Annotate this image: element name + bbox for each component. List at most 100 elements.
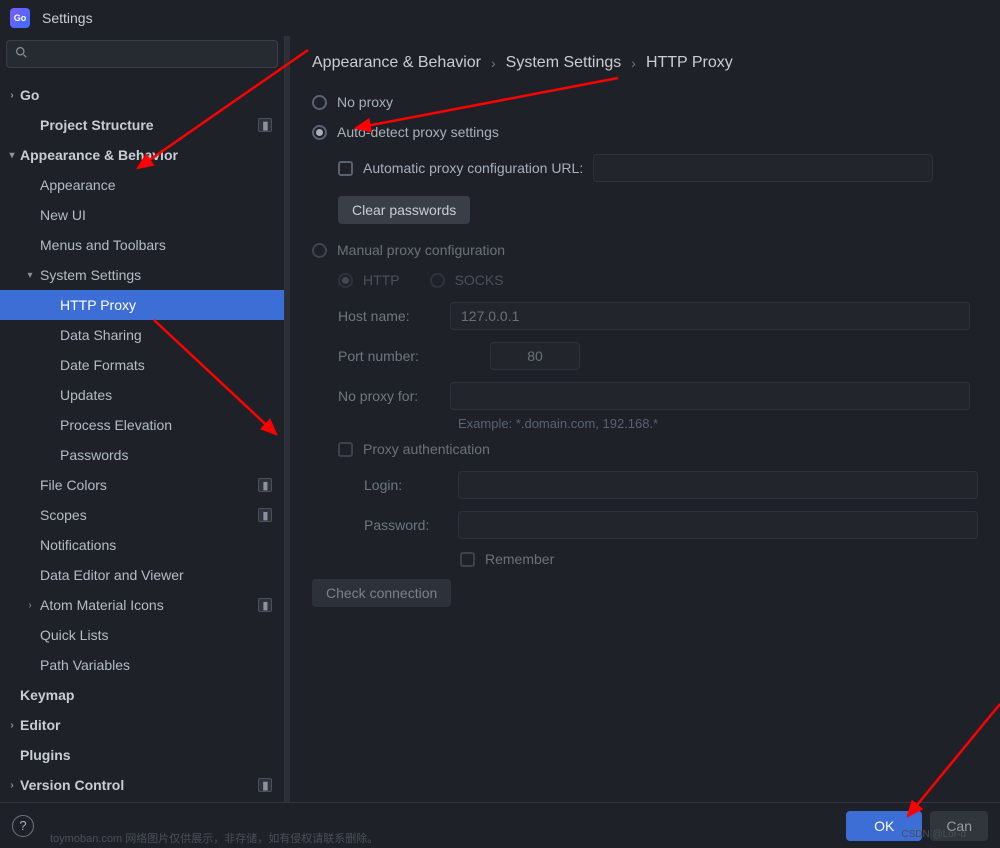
sidebar-item-new-ui[interactable]: New UI (0, 200, 284, 230)
radio-label: Manual proxy configuration (337, 242, 505, 258)
checkbox-label: Proxy authentication (363, 441, 490, 457)
sidebar-item-label: Appearance & Behavior (20, 147, 272, 163)
checkbox-label: Automatic proxy configuration URL: (363, 160, 583, 176)
chevron-icon: › (4, 720, 20, 731)
radio-socks: SOCKS (430, 272, 504, 288)
sidebar-item-label: Go (20, 87, 272, 103)
login-label: Login: (364, 477, 458, 493)
sidebar-item-menus-and-toolbars[interactable]: Menus and Toolbars (0, 230, 284, 260)
radio-icon (312, 243, 327, 258)
checkbox-auto-url[interactable]: Automatic proxy configuration URL: (338, 154, 978, 182)
radio-label: No proxy (337, 94, 393, 110)
sidebar-item-label: Scopes (40, 507, 258, 523)
sidebar-item-keymap[interactable]: Keymap (0, 680, 284, 710)
radio-http: HTTP (338, 272, 400, 288)
port-label: Port number: (338, 348, 450, 364)
sidebar-item-label: System Settings (40, 267, 272, 283)
sidebar-item-go[interactable]: ›Go (0, 80, 284, 110)
noproxyfor-input (450, 382, 970, 410)
project-scope-icon: ▮ (258, 598, 272, 612)
chevron-icon: › (22, 600, 38, 611)
sidebar-item-scopes[interactable]: Scopes▮ (0, 500, 284, 530)
sidebar-item-editor[interactable]: ›Editor (0, 710, 284, 740)
breadcrumb-item: Appearance & Behavior (312, 54, 481, 72)
radio-label: SOCKS (455, 272, 504, 288)
chevron-icon: ▾ (22, 270, 38, 281)
sidebar-item-file-colors[interactable]: File Colors▮ (0, 470, 284, 500)
sidebar-item-label: File Colors (40, 477, 258, 493)
sidebar-item-updates[interactable]: Updates (0, 380, 284, 410)
sidebar-item-label: Notifications (40, 537, 272, 553)
password-label: Password: (364, 517, 458, 533)
sidebar-item-label: Path Variables (40, 657, 272, 673)
radio-no-proxy[interactable]: No proxy (312, 94, 978, 110)
project-scope-icon: ▮ (258, 118, 272, 132)
radio-icon (430, 273, 445, 288)
port-input (490, 342, 580, 370)
sidebar-item-label: Quick Lists (40, 627, 272, 643)
sidebar-item-label: Plugins (20, 747, 272, 763)
check-connection-button: Check connection (312, 579, 451, 607)
sidebar-item-atom-material-icons[interactable]: ›Atom Material Icons▮ (0, 590, 284, 620)
remember-label: Remember (485, 551, 554, 567)
radio-manual[interactable]: Manual proxy configuration (312, 242, 978, 258)
sidebar-item-label: Appearance (40, 177, 272, 193)
auto-url-input (593, 154, 933, 182)
sidebar-item-quick-lists[interactable]: Quick Lists (0, 620, 284, 650)
sidebar-item-process-elevation[interactable]: Process Elevation (0, 410, 284, 440)
host-input (450, 302, 970, 330)
watermark-text: CSDN @Lor-d (901, 829, 966, 840)
sidebar-item-passwords[interactable]: Passwords (0, 440, 284, 470)
sidebar-item-path-variables[interactable]: Path Variables (0, 650, 284, 680)
breadcrumb-sep-icon: › (491, 55, 496, 71)
sidebar-item-appearance-behavior[interactable]: ▾Appearance & Behavior (0, 140, 284, 170)
settings-tree: ›GoProject Structure▮▾Appearance & Behav… (0, 78, 284, 802)
checkbox-proxy-auth: Proxy authentication (338, 441, 978, 457)
sidebar-item-label: Updates (60, 387, 272, 403)
radio-icon (338, 273, 353, 288)
sidebar-item-plugins[interactable]: Plugins (0, 740, 284, 770)
sidebar-item-label: HTTP Proxy (60, 297, 272, 313)
search-icon (15, 46, 28, 62)
sidebar-item-label: Date Formats (60, 357, 272, 373)
radio-label: Auto-detect proxy settings (337, 124, 499, 140)
checkbox-icon (338, 442, 353, 457)
sidebar-item-label: Data Sharing (60, 327, 272, 343)
radio-icon (312, 95, 327, 110)
host-label: Host name: (338, 308, 450, 324)
sidebar-item-notifications[interactable]: Notifications (0, 530, 284, 560)
sidebar-item-label: Keymap (20, 687, 272, 703)
sidebar-item-label: Passwords (60, 447, 272, 463)
sidebar-item-label: Menus and Toolbars (40, 237, 272, 253)
titlebar: Go Settings (0, 0, 1000, 36)
radio-auto-detect[interactable]: Auto-detect proxy settings (312, 124, 978, 140)
breadcrumb-sep-icon: › (631, 55, 636, 71)
project-scope-icon: ▮ (258, 778, 272, 792)
password-input (458, 511, 978, 539)
watermark-text: toymoban.com 网络图片仅供展示，非存储，如有侵权请联系删除。 (50, 830, 378, 846)
sidebar-item-data-editor-and-viewer[interactable]: Data Editor and Viewer (0, 560, 284, 590)
chevron-icon: › (4, 90, 20, 101)
sidebar-item-date-formats[interactable]: Date Formats (0, 350, 284, 380)
breadcrumb: Appearance & Behavior › System Settings … (312, 54, 978, 72)
project-scope-icon: ▮ (258, 478, 272, 492)
app-icon: Go (10, 8, 30, 28)
sidebar-item-appearance[interactable]: Appearance (0, 170, 284, 200)
sidebar-item-project-structure[interactable]: Project Structure▮ (0, 110, 284, 140)
clear-passwords-button[interactable]: Clear passwords (338, 196, 470, 224)
chevron-icon: › (4, 780, 20, 791)
sidebar-item-http-proxy[interactable]: HTTP Proxy (0, 290, 284, 320)
sidebar-item-label: New UI (40, 207, 272, 223)
example-text: Example: *.domain.com, 192.168.* (458, 416, 978, 431)
sidebar-item-system-settings[interactable]: ▾System Settings (0, 260, 284, 290)
sidebar-item-label: Data Editor and Viewer (40, 567, 272, 583)
sidebar: ›GoProject Structure▮▾Appearance & Behav… (0, 36, 284, 802)
sidebar-item-data-sharing[interactable]: Data Sharing (0, 320, 284, 350)
sidebar-item-label: Process Elevation (60, 417, 272, 433)
sidebar-item-version-control[interactable]: ›Version Control▮ (0, 770, 284, 800)
checkbox-icon (338, 161, 353, 176)
breadcrumb-item: HTTP Proxy (646, 54, 733, 72)
search-input[interactable] (6, 40, 278, 68)
help-icon[interactable]: ? (12, 815, 34, 837)
sidebar-item-label: Editor (20, 717, 272, 733)
